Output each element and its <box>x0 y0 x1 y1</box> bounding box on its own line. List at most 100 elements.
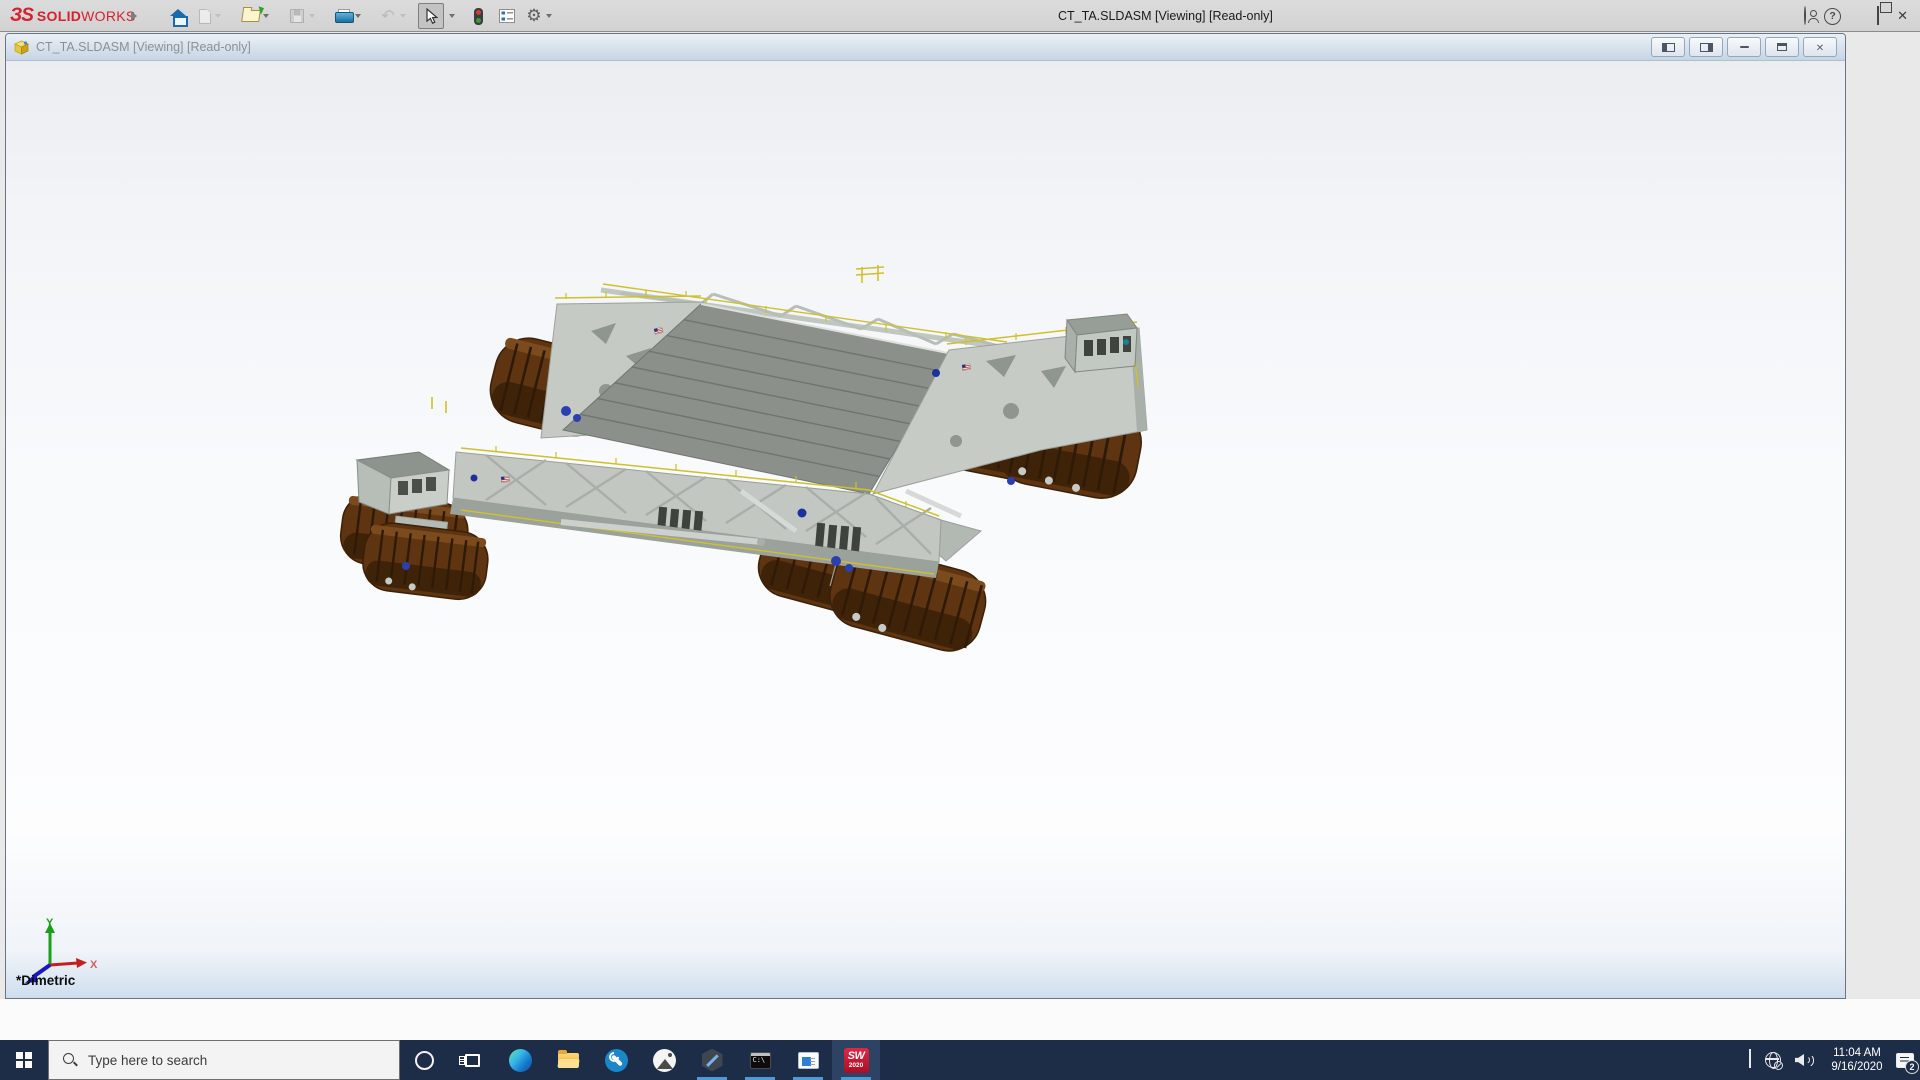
command-prompt-button[interactable]: C:\ <box>736 1040 784 1080</box>
help-button[interactable] <box>1824 7 1842 25</box>
document-window: CT_TA.SLDASM [Viewing] [Read-only] ✕ Y X… <box>5 33 1846 999</box>
solidworks-logo: ЗS SOLID WORKS <box>10 5 136 26</box>
hexagon-app-icon <box>701 1048 723 1072</box>
graphics-viewport[interactable]: Y X *Dimetric <box>6 61 1845 998</box>
restore-icon <box>1877 6 1880 25</box>
options-list-button[interactable] <box>494 3 520 29</box>
chevron-up-icon <box>1749 1049 1751 1068</box>
search-icon <box>62 1052 78 1068</box>
taskbar-search[interactable] <box>48 1040 400 1080</box>
chevron-down-icon <box>215 14 221 18</box>
pane-right-icon <box>1699 42 1713 52</box>
no-internet-icon <box>1774 1061 1783 1070</box>
new-document-dropdown[interactable] <box>212 3 224 29</box>
doc-close-icon <box>1816 38 1824 56</box>
chevron-down-icon <box>449 14 455 18</box>
select-tool-dropdown[interactable] <box>446 3 458 29</box>
document-title: CT_TA.SLDASM [Viewing] [Read-only] <box>36 40 251 54</box>
save-dropdown[interactable] <box>306 3 318 29</box>
view-orientation-label: *Dimetric <box>16 973 76 988</box>
axis-x-label: X <box>90 959 98 971</box>
edge-icon <box>508 1048 532 1072</box>
cortana-button[interactable] <box>400 1040 448 1080</box>
list-form-icon <box>499 9 515 23</box>
save-icon <box>290 9 304 23</box>
model-right-cab <box>1064 313 1138 374</box>
photos-button[interactable] <box>640 1040 688 1080</box>
doc-close-button[interactable] <box>1803 37 1837 57</box>
hexagon-app-button[interactable] <box>688 1040 736 1080</box>
system-tray: 11:04 AM 9/16/2020 2 <box>1749 1040 1920 1080</box>
account-button[interactable] <box>1804 6 1807 25</box>
open-dropdown[interactable] <box>260 3 272 29</box>
solidworks-app-icon: SW 2020 <box>843 1047 869 1073</box>
document-titlebar[interactable]: CT_TA.SLDASM [Viewing] [Read-only] <box>6 34 1845 61</box>
edge-button[interactable] <box>496 1040 544 1080</box>
select-tool-button[interactable] <box>418 3 444 29</box>
chevron-down-icon <box>309 14 315 18</box>
app-titlebar: ЗS SOLID WORKS ↶ ⚙ CT_TA.SLDASM [Viewing… <box>0 0 1920 32</box>
tray-expand-button[interactable] <box>1749 1049 1751 1069</box>
print-icon <box>334 8 354 24</box>
print-dropdown[interactable] <box>352 3 364 29</box>
wrench-icon <box>604 1048 628 1072</box>
account-icon <box>1804 6 1807 25</box>
undo-icon: ↶ <box>381 6 395 25</box>
folder-icon <box>557 1049 579 1068</box>
chevron-down-icon <box>546 14 552 18</box>
support-tool-button[interactable] <box>592 1040 640 1080</box>
undo-dropdown[interactable] <box>397 3 409 29</box>
doc-minimize-button[interactable] <box>1727 37 1761 57</box>
clock-time: 11:04 AM <box>1833 1047 1881 1059</box>
model-left-cab <box>355 451 451 515</box>
show-right-pane-button[interactable] <box>1689 37 1723 57</box>
close-button[interactable] <box>1897 7 1908 25</box>
interference-check-button[interactable] <box>465 3 491 29</box>
axis-y-label: Y <box>46 917 54 929</box>
restore-button[interactable] <box>1877 6 1880 25</box>
window-app-button[interactable] <box>784 1040 832 1080</box>
chevron-down-icon <box>400 14 406 18</box>
action-center-button[interactable]: 2 <box>1890 1040 1920 1080</box>
volume-button[interactable] <box>1795 1053 1814 1068</box>
network-globe-icon <box>1765 1052 1783 1070</box>
speaker-icon <box>1795 1053 1814 1068</box>
taskbar-clock[interactable]: 11:04 AM 9/16/2020 <box>1824 1046 1890 1074</box>
network-button[interactable] <box>1765 1052 1783 1070</box>
traffic-light-icon <box>473 7 483 25</box>
show-left-pane-button[interactable] <box>1651 37 1685 57</box>
windows-logo-icon <box>16 1052 32 1068</box>
model-crawler-transporter[interactable] <box>6 61 1845 999</box>
home-icon <box>170 8 188 27</box>
home-button[interactable] <box>165 3 191 29</box>
task-view-icon <box>458 1053 480 1067</box>
taskbar: C:\ SW 2020 11:04 AM 9/16/2020 2 <box>0 1040 1920 1080</box>
app-title: CT_TA.SLDASM [Viewing] [Read-only] <box>1058 9 1273 23</box>
command-prompt-icon: C:\ <box>749 1051 771 1069</box>
window-app-icon <box>797 1051 819 1069</box>
chevron-down-icon <box>263 14 269 18</box>
solidworks-taskbar-button[interactable]: SW 2020 <box>832 1040 880 1080</box>
start-button[interactable] <box>0 1040 48 1080</box>
chevron-down-icon <box>355 14 361 18</box>
close-icon <box>1897 7 1908 24</box>
status-bar <box>0 999 1920 1040</box>
doc-restore-button[interactable] <box>1765 37 1799 57</box>
clock-date: 9/16/2020 <box>1831 1061 1883 1073</box>
doc-restore-icon <box>1777 43 1787 51</box>
photos-icon <box>652 1048 676 1072</box>
pane-left-icon <box>1661 42 1675 52</box>
assembly-document-icon <box>14 40 29 55</box>
desktop: { "colors": { "accent_red": "#d5222e", "… <box>0 0 1920 1080</box>
notification-badge: 2 <box>1905 1060 1919 1074</box>
menu-flyout-arrow-icon[interactable] <box>131 11 137 21</box>
file-explorer-button[interactable] <box>544 1040 592 1080</box>
cursor-arrow-icon <box>425 7 438 24</box>
doc-minimize-icon <box>1739 45 1749 49</box>
gear-icon: ⚙ <box>526 5 542 26</box>
settings-dropdown[interactable] <box>543 3 555 29</box>
help-icon <box>1824 7 1842 25</box>
search-input[interactable] <box>88 1052 368 1068</box>
task-view-button[interactable] <box>448 1040 496 1080</box>
solidworks-logo-mark: ЗS <box>10 5 34 26</box>
